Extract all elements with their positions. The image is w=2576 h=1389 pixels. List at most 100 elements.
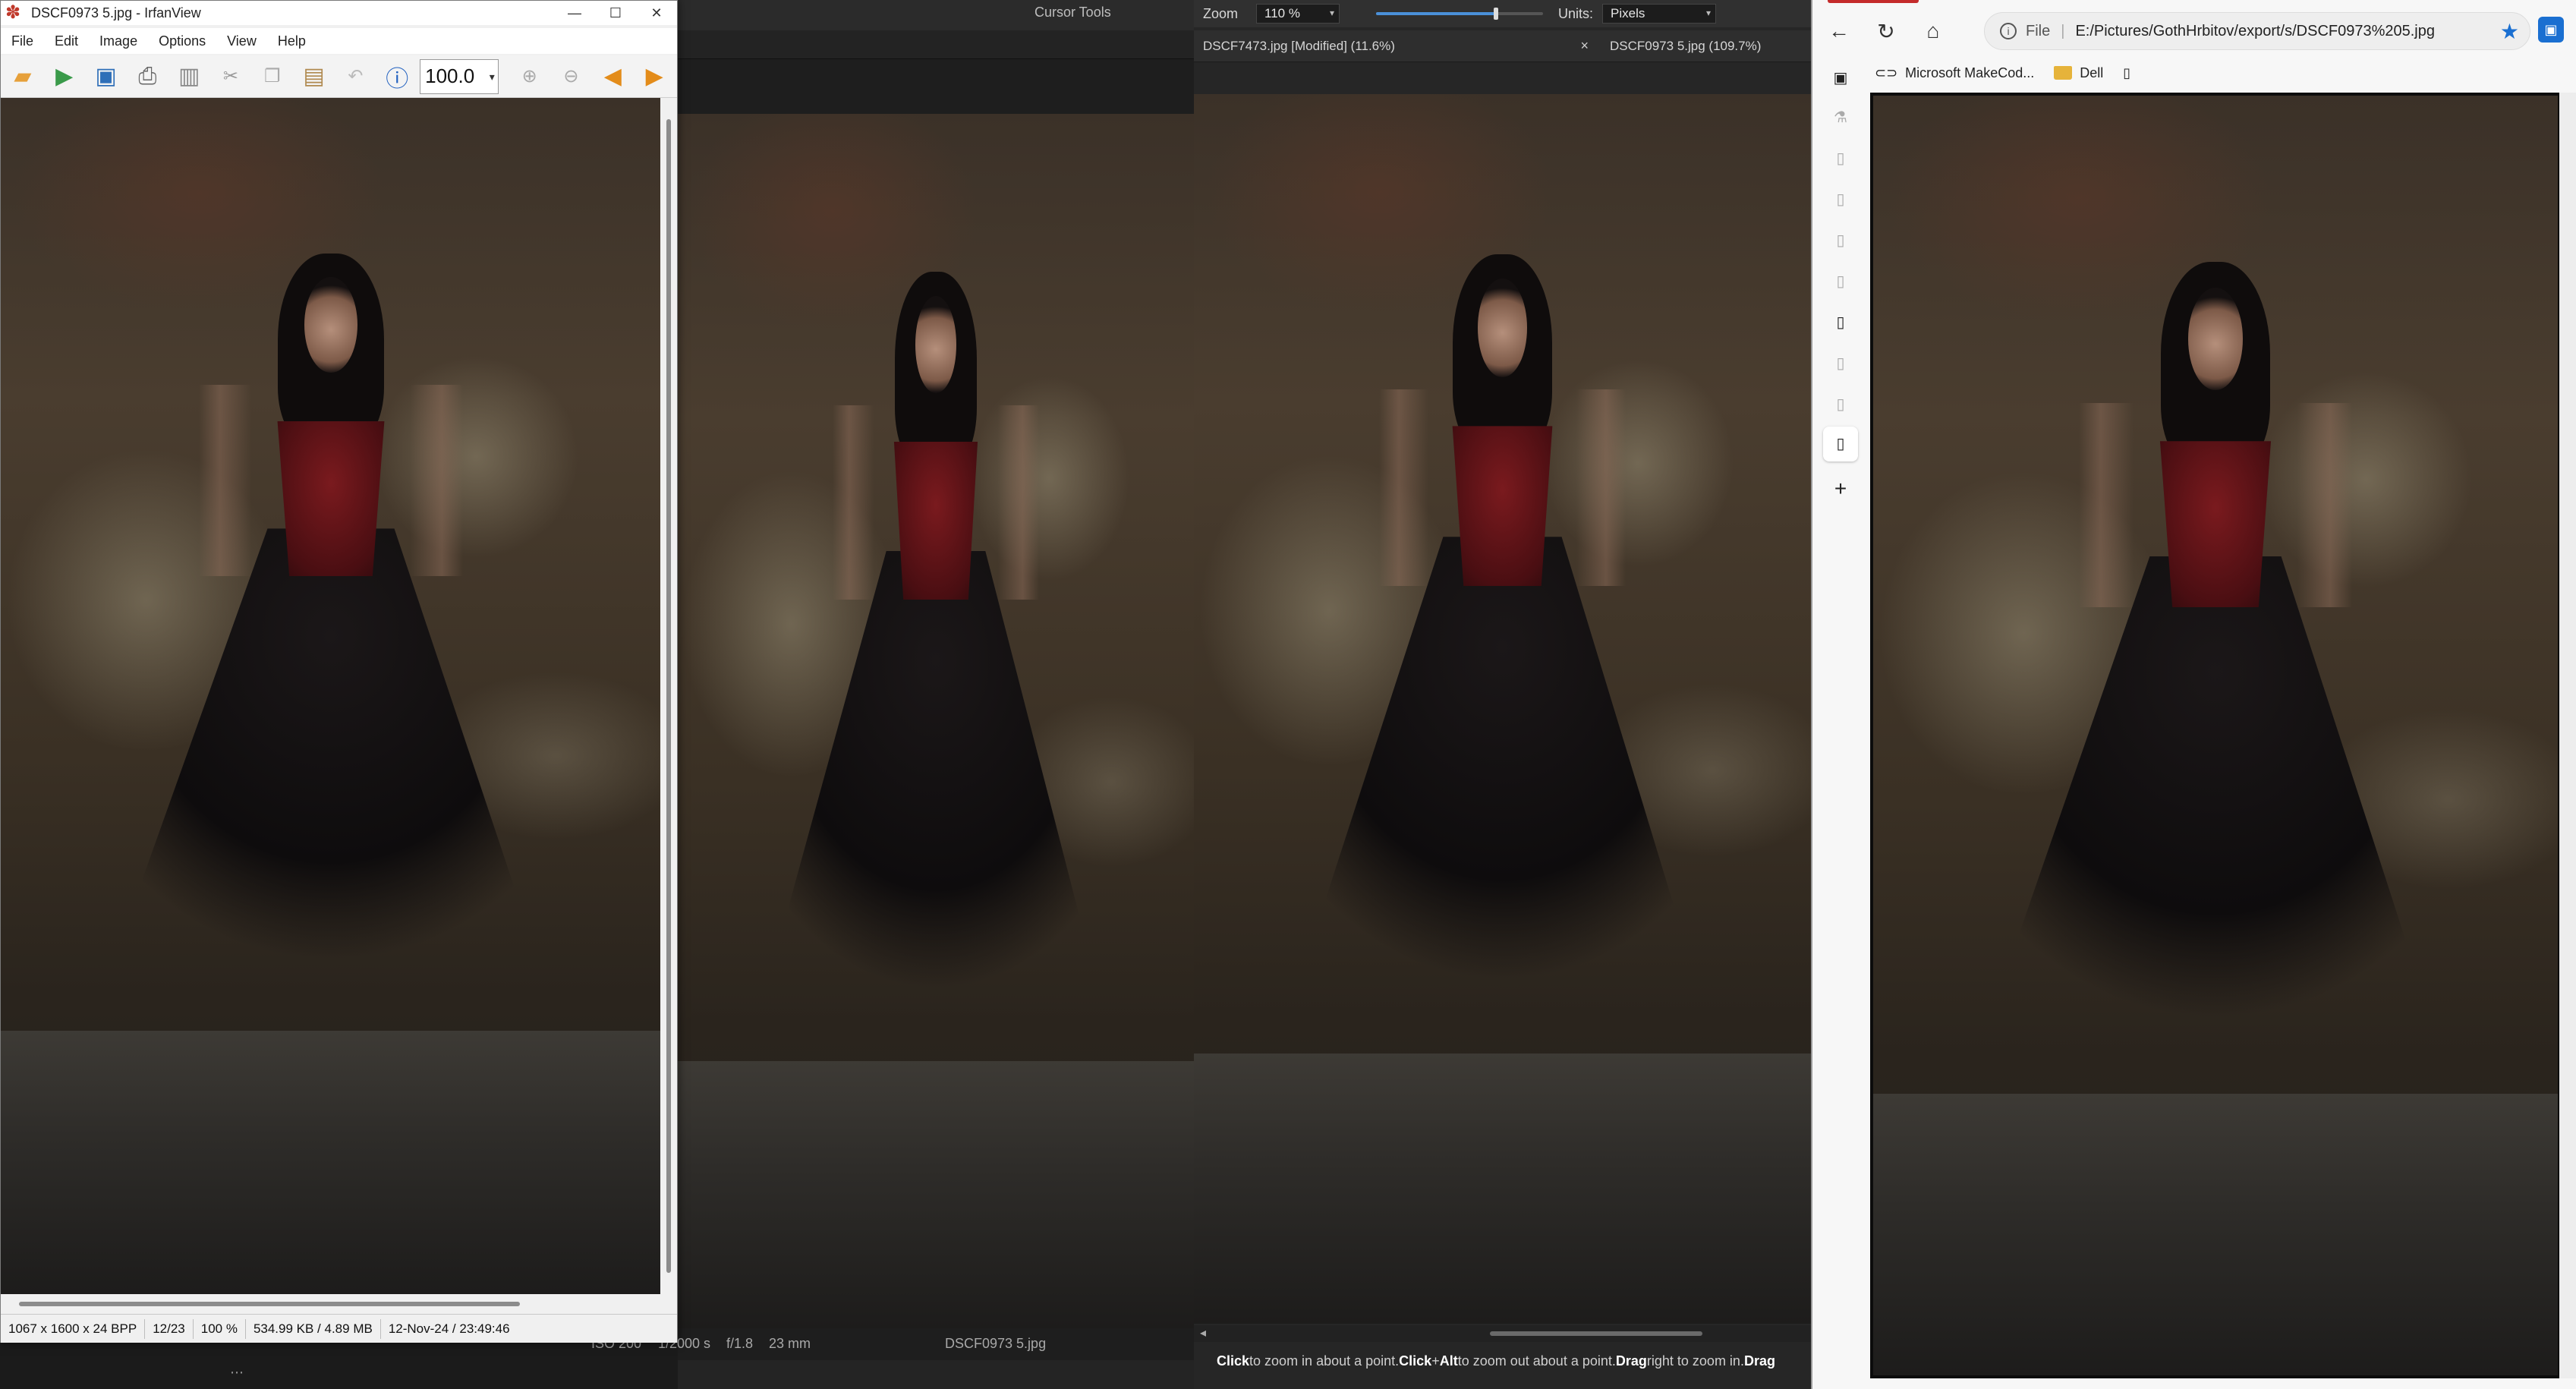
minimize-button[interactable]: — [554, 1, 595, 25]
flask-icon[interactable]: ⚗ [1831, 108, 1850, 128]
horizontal-scrollbar[interactable] [1, 1294, 661, 1312]
window-controls: — ☐ ✕ [554, 1, 677, 25]
menu-edit[interactable]: Edit [44, 33, 89, 49]
address-url[interactable]: E:/Pictures/GothHrbitov/export/s/DSCF097… [2075, 23, 2435, 40]
maximize-button[interactable]: ☐ [595, 1, 636, 25]
zoom-slider-handle[interactable] [1494, 8, 1499, 20]
filename-label: DSCF0973 5.jpg [945, 1336, 1047, 1351]
slideshow-icon[interactable]: ▶ [46, 59, 83, 94]
page-icon[interactable]: ▯ [1831, 190, 1850, 209]
address-bar[interactable]: i File | E:/Pictures/GothHrbitov/export/… [1984, 12, 2530, 50]
image-editor-app: Zoom 110 % ▾ Units: Pixels ▾ DSCF7473.jp… [1194, 0, 1811, 1389]
status-bar: 1067 x 1600 x 24 BPP 12/23 100 % 534.99 … [1, 1314, 677, 1343]
horizontal-scrollbar[interactable]: ◂ [1194, 1325, 1811, 1342]
top-bar: Cursor Tools [678, 0, 1194, 30]
vertical-tab-strip: ▣ ⚗ ▯ ▯ ▯ ▯ ▯ ▯ ▯ ▯ + [1812, 61, 1867, 1381]
menu-bar: File Edit Image Options View Help [1, 28, 677, 54]
canvas-photo[interactable] [1194, 94, 1811, 1324]
page-icon[interactable]: ▯ [1831, 149, 1850, 169]
zoom-value: 100.0 [425, 65, 475, 87]
folder-icon [2054, 66, 2073, 80]
scroll-left-icon[interactable]: ◂ [1200, 1325, 1206, 1340]
print-icon[interactable]: ⎙ [128, 59, 166, 94]
vertical-scrollbar[interactable] [660, 98, 677, 1294]
zoom-field[interactable]: 110 % ▾ [1256, 4, 1340, 24]
menu-view[interactable]: View [216, 33, 267, 49]
delete-icon[interactable]: ▥ [170, 59, 208, 94]
copy-icon[interactable]: ❐ [254, 59, 291, 94]
sub-bar [678, 30, 1194, 59]
image-view[interactable] [1, 98, 661, 1294]
previous-icon[interactable]: ◀ [594, 59, 631, 94]
zoom-out-icon[interactable]: ⊖ [553, 59, 590, 94]
bookmark-item[interactable]: ⊂⊃ Microsoft MakeCod... [1875, 65, 2034, 81]
paste-icon[interactable]: ▤ [295, 59, 333, 94]
save-icon[interactable]: ▣ [87, 59, 125, 94]
tab-dscf0973[interactable]: DSCF0973 5.jpg (109.7%) [1601, 30, 1770, 62]
zoom-label: Zoom [1203, 5, 1239, 21]
page-icon[interactable]: ▯ [1831, 272, 1850, 291]
more-icon[interactable]: ⋯ [230, 1365, 244, 1381]
image-dimensions: 1067 x 1600 x 24 BPP [1, 1318, 146, 1339]
refresh-icon[interactable]: ↻ [1866, 11, 1907, 52]
divider: | [2061, 22, 2065, 39]
tab-actions-icon[interactable]: ▣ [1831, 68, 1850, 88]
zoom-select[interactable]: 100.0 ▾ [420, 58, 499, 94]
menu-options[interactable]: Options [148, 33, 216, 49]
info-icon[interactable]: i [2000, 23, 2017, 39]
cursor-tools-label[interactable]: Cursor Tools [1034, 5, 1111, 20]
desktop: Cursor Tools ISO 200 1/2000 s f/1.8 23 m… [0, 0, 2576, 1389]
cut-icon[interactable]: ✂ [212, 59, 250, 94]
exif-info-bar: ISO 200 1/2000 s f/1.8 23 mm DSCF0973 5.… [591, 1330, 1194, 1360]
page-icon[interactable]: ▯ [1831, 313, 1850, 332]
toolbar: ▰ ▶ ▣ ⎙ ▥ ✂ ❐ ▤ ↶ ⓘ 100.0 ▾ ⊕ ⊖ ◀ ▶ [1, 55, 677, 98]
photo-viewer-app: Cursor Tools ISO 200 1/2000 s f/1.8 23 m… [230, 0, 1194, 1389]
bookmark-folder[interactable]: Dell [2054, 65, 2103, 81]
tab-label: DSCF0973 5.jpg (109.7%) [1610, 38, 1762, 53]
new-tab-plus-icon[interactable]: + [1831, 477, 1850, 500]
active-tab-page-icon[interactable]: ▯ [1823, 427, 1858, 461]
zoom-value: 110 % [1264, 6, 1300, 20]
page-icon[interactable]: ▯ [1831, 395, 1850, 414]
bookmark-label: Microsoft MakeCod... [1905, 65, 2035, 80]
units-value: Pixels [1611, 6, 1645, 20]
next-icon[interactable]: ▶ [635, 59, 673, 94]
extension-icon[interactable]: ▣ [2538, 17, 2564, 43]
zoom-in-icon[interactable]: ⊕ [511, 59, 549, 94]
address-scheme: File [2026, 22, 2051, 39]
browser-window: ← ↻ ⌂ i File | E:/Pictures/GothHrbitov/e… [1811, 0, 2576, 1389]
bottom-toolbar: ⋯ [230, 1360, 1194, 1389]
file-date: 12-Nov-24 / 23:49:46 [388, 1321, 510, 1336]
undo-icon[interactable]: ↶ [337, 59, 375, 94]
zoom-slider[interactable] [1376, 8, 1543, 20]
page-icon[interactable]: ▯ [1831, 354, 1850, 373]
link-icon: ⊂⊃ [1875, 65, 1898, 80]
browser-image-view[interactable] [1870, 93, 2561, 1378]
close-icon[interactable]: × [1580, 38, 1589, 54]
info-icon[interactable]: ⓘ [378, 59, 416, 94]
tab-dscf7473[interactable]: DSCF7473.jpg [Modified] (11.6%) × [1194, 30, 1601, 62]
active-tab-indicator [1828, 0, 1919, 3]
units-select[interactable]: Pixels ▾ [1602, 4, 1717, 24]
menu-image[interactable]: Image [89, 33, 148, 49]
tab-label: DSCF7473.jpg [Modified] (11.6%) [1203, 38, 1395, 53]
context-toolbar: Zoom 110 % ▾ Units: Pixels ▾ [1194, 0, 1811, 27]
focal-length-value: 23 mm [769, 1336, 811, 1351]
bookmark-item[interactable]: ▯ [2123, 65, 2138, 81]
window-title: DSCF0973 5.jpg - IrfanView [31, 5, 201, 20]
units-label: Units: [1558, 5, 1594, 21]
menu-help[interactable]: Help [267, 33, 316, 49]
scrollbar-thumb[interactable] [19, 1302, 520, 1306]
scrollbar-thumb[interactable] [1490, 1331, 1702, 1336]
chevron-down-icon: ▾ [489, 70, 495, 83]
open-folder-icon[interactable]: ▰ [4, 59, 42, 94]
menu-file[interactable]: File [1, 33, 44, 49]
favorite-star-icon[interactable]: ★ [2500, 19, 2519, 44]
back-icon[interactable]: ← [1819, 11, 1860, 52]
home-icon[interactable]: ⌂ [1913, 11, 1954, 52]
browser-side-gutter [2559, 93, 2576, 1378]
scrollbar-thumb[interactable] [666, 119, 671, 1273]
page-icon: ▯ [2123, 65, 2131, 80]
page-icon[interactable]: ▯ [1831, 231, 1850, 250]
close-button[interactable]: ✕ [636, 1, 677, 25]
